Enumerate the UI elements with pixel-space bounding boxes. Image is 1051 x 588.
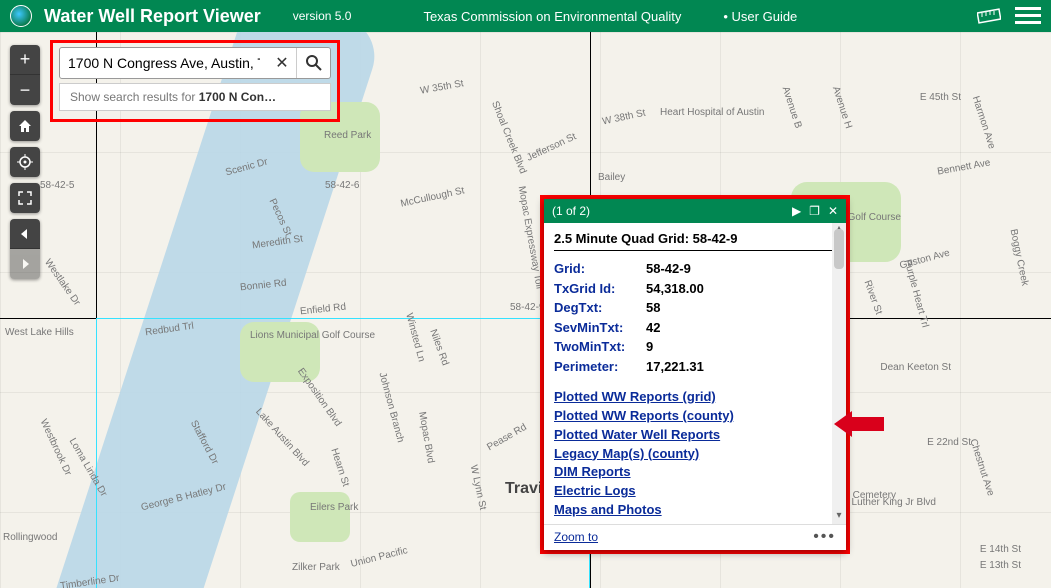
zoom-in-button[interactable]: + <box>10 45 40 75</box>
popup-field-row: SevMinTxt:42 <box>554 318 836 338</box>
popup-field-value: 9 <box>646 337 653 357</box>
popup-field-value: 58-42-9 <box>646 259 691 279</box>
popup-field-row: TwoMinTxt:9 <box>554 337 836 357</box>
popup-field-value: 17,221.31 <box>646 357 704 377</box>
popup-field-key: TwoMinTxt: <box>554 337 646 357</box>
popup-field-value: 58 <box>646 298 660 318</box>
popup-header: (1 of 2) ▶ ❐ ✕ <box>544 199 846 223</box>
popup-field-value: 54,318.00 <box>646 279 704 299</box>
app-version: version 5.0 <box>293 9 352 23</box>
popup-scrollbar[interactable]: ▴ ▾ <box>832 223 846 524</box>
popup-link[interactable]: Legacy Map(s) (county) <box>554 445 699 464</box>
popup-field-key: DegTxt: <box>554 298 646 318</box>
search-hint-term: 1700 N Con… <box>199 90 276 104</box>
popup-more-icon[interactable]: ••• <box>813 528 836 546</box>
feature-popup: (1 of 2) ▶ ❐ ✕ 2.5 Minute Quad Grid: 58-… <box>544 199 846 550</box>
search-highlight-box: ✕ Show search results for 1700 N Con… <box>50 40 340 122</box>
app-logo-icon <box>10 5 32 27</box>
search-box: ✕ <box>59 47 331 79</box>
org-name: Texas Commission on Environmental Qualit… <box>423 9 681 24</box>
popup-highlight-box: (1 of 2) ▶ ❐ ✕ 2.5 Minute Quad Grid: 58-… <box>540 195 850 554</box>
user-guide-link[interactable]: • User Guide <box>723 9 797 24</box>
app-title: Water Well Report Viewer <box>44 6 261 27</box>
popup-body: 2.5 Minute Quad Grid: 58-42-9 Grid:58-42… <box>544 223 846 524</box>
map-toolbar: + − <box>10 45 40 279</box>
popup-link[interactable]: Plotted Water Well Reports <box>554 426 720 445</box>
measure-icon[interactable] <box>977 8 1001 24</box>
popup-field-row: DegTxt:58 <box>554 298 836 318</box>
popup-link[interactable]: Electric Logs <box>554 482 636 501</box>
popup-field-key: TxGrid Id: <box>554 279 646 299</box>
scroll-down-icon[interactable]: ▾ <box>832 510 846 524</box>
popup-footer: Zoom to ••• <box>544 524 846 550</box>
search-input[interactable] <box>60 55 268 71</box>
popup-link[interactable]: Plotted WW Reports (grid) <box>554 388 716 407</box>
next-extent-button[interactable] <box>10 249 40 279</box>
scroll-thumb[interactable] <box>834 229 844 269</box>
search-button[interactable] <box>296 48 330 78</box>
search-suggestion[interactable]: Show search results for 1700 N Con… <box>59 83 331 111</box>
popup-link[interactable]: Plotted WW Reports (county) <box>554 407 734 426</box>
fullscreen-button[interactable] <box>10 183 40 213</box>
locate-button[interactable] <box>10 147 40 177</box>
app-header: Water Well Report Viewer version 5.0 Tex… <box>0 0 1051 32</box>
popup-count: (1 of 2) <box>552 204 784 218</box>
popup-field-value: 42 <box>646 318 660 338</box>
menu-icon[interactable] <box>1015 5 1041 27</box>
popup-field-key: SevMinTxt: <box>554 318 646 338</box>
popup-link[interactable]: Maps and Photos <box>554 501 662 520</box>
clear-search-icon[interactable]: ✕ <box>268 53 296 73</box>
search-hint-prefix: Show search results for <box>70 90 199 104</box>
popup-field-row: Grid:58-42-9 <box>554 259 836 279</box>
prev-extent-button[interactable] <box>10 219 40 249</box>
popup-field-row: Perimeter:17,221.31 <box>554 357 836 377</box>
popup-title: 2.5 Minute Quad Grid: 58-42-9 <box>554 231 836 251</box>
map-selection-box <box>96 318 590 588</box>
popup-next-icon[interactable]: ▶ <box>792 204 801 218</box>
home-button[interactable] <box>10 111 40 141</box>
popup-close-icon[interactable]: ✕ <box>828 204 838 218</box>
popup-field-key: Grid: <box>554 259 646 279</box>
zoom-out-button[interactable]: − <box>10 75 40 105</box>
callout-arrow-icon <box>834 411 884 437</box>
popup-maximize-icon[interactable]: ❐ <box>809 204 820 218</box>
zoom-to-link[interactable]: Zoom to <box>554 530 598 544</box>
popup-field-key: Perimeter: <box>554 357 646 377</box>
popup-field-row: TxGrid Id:54,318.00 <box>554 279 836 299</box>
popup-link[interactable]: DIM Reports <box>554 463 631 482</box>
